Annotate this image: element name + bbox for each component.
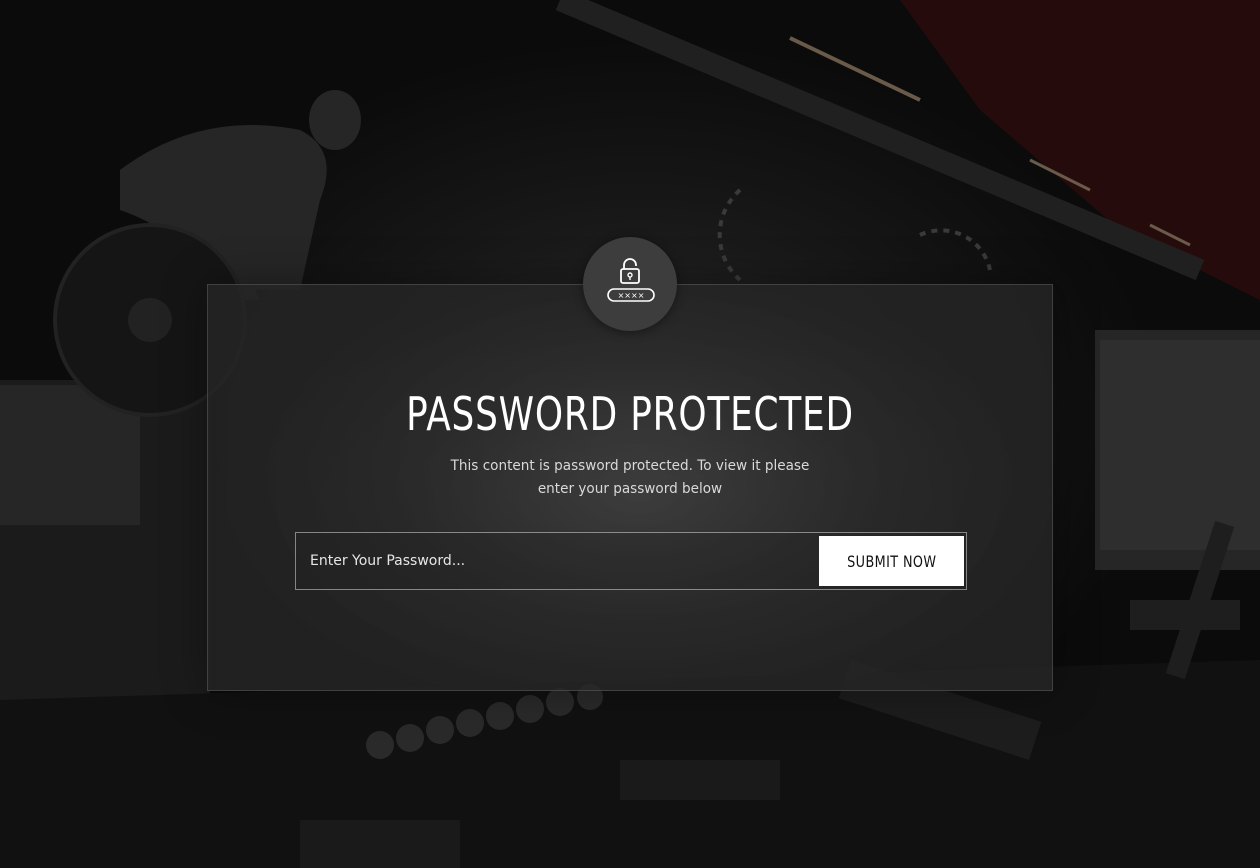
page-title: PASSWORD PROTECTED	[406, 387, 854, 441]
subtitle-line-1: This content is password protected. To v…	[450, 458, 810, 474]
submit-button[interactable]: SUBMIT NOW	[819, 536, 964, 586]
password-mask-text: ××××	[618, 291, 645, 300]
lock-badge: ××××	[583, 237, 677, 331]
subtitle-line-2: enter your password below	[537, 481, 723, 497]
password-form: SUBMIT NOW	[295, 532, 967, 590]
password-input[interactable]	[296, 533, 816, 589]
submit-button-label: SUBMIT NOW	[846, 551, 937, 571]
page-subtitle: This content is password protected. To v…	[436, 455, 824, 501]
padlock-password-icon: ××××	[607, 258, 655, 302]
